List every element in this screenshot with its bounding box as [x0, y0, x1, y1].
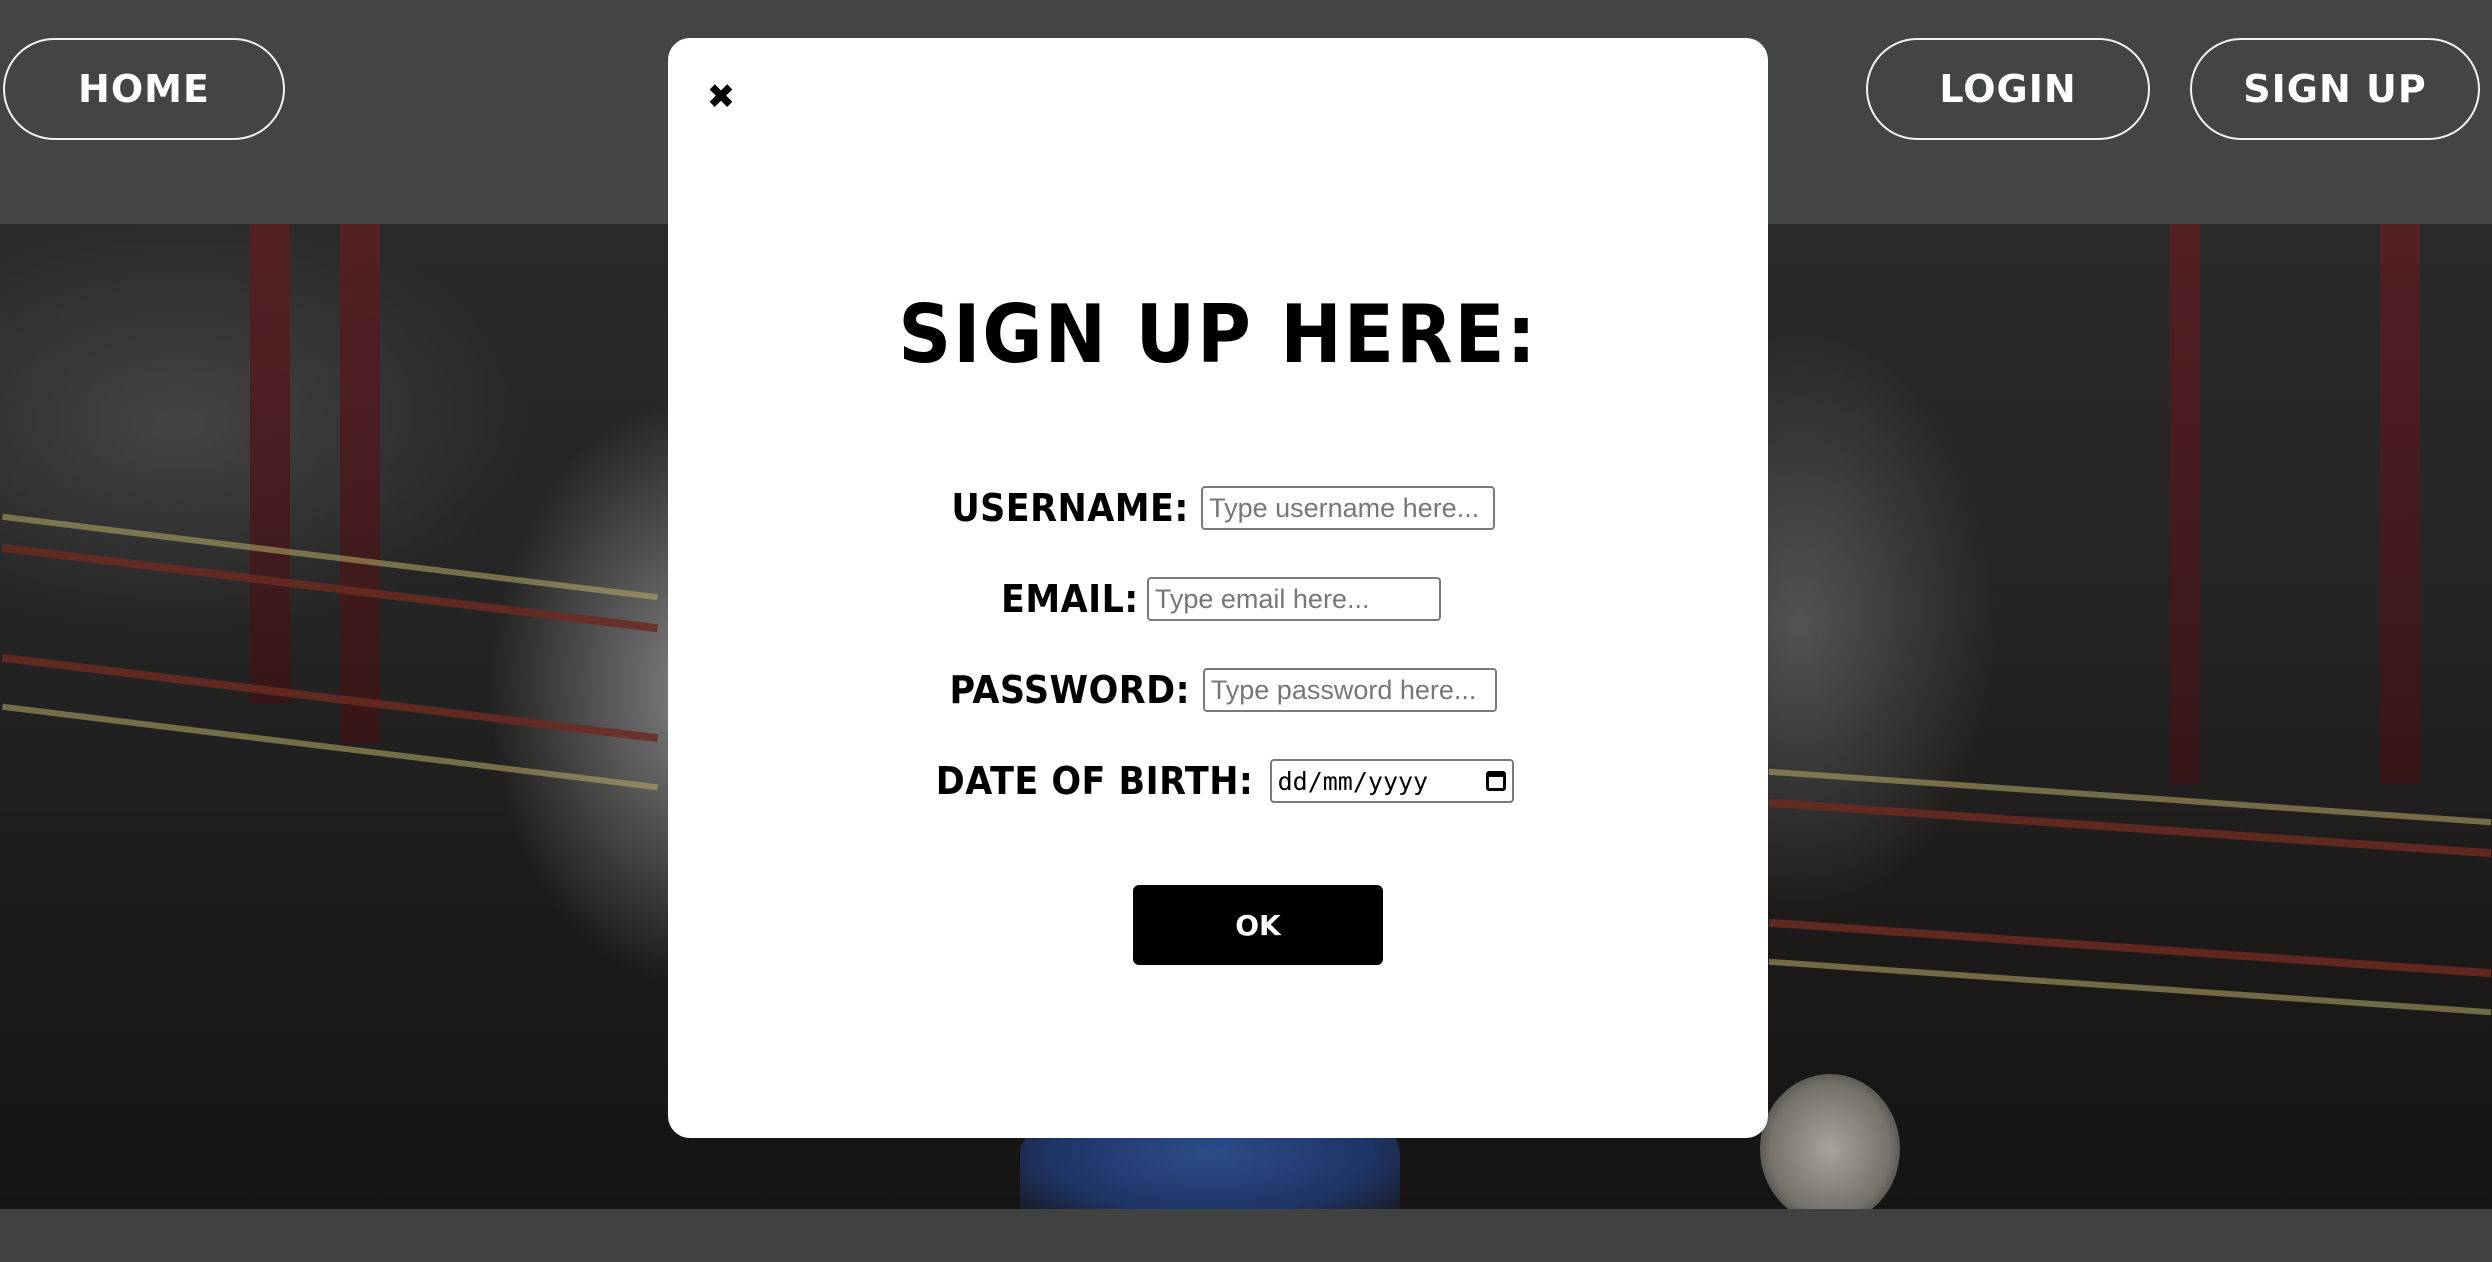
background-rail	[1, 653, 659, 743]
background-beam	[340, 224, 380, 744]
email-label: EMAIL:	[1001, 577, 1139, 621]
username-input[interactable]	[1201, 486, 1496, 530]
ok-button[interactable]: OK	[1133, 885, 1383, 965]
background-beam	[2380, 224, 2420, 784]
page: HOME LOGIN SIGN UP ✖ SIGN UP HERE: USERN…	[0, 0, 2492, 1262]
home-button[interactable]: HOME	[3, 38, 285, 140]
dob-label: DATE OF BIRTH:	[936, 759, 1254, 803]
password-row: PASSWORD:	[668, 668, 1768, 712]
signup-modal: ✖ SIGN UP HERE: USERNAME: EMAIL: PASSWOR…	[668, 38, 1768, 1138]
signup-button[interactable]: SIGN UP	[2190, 38, 2480, 140]
password-label: PASSWORD:	[949, 668, 1191, 712]
email-row: EMAIL:	[668, 577, 1768, 621]
login-button[interactable]: LOGIN	[1866, 38, 2150, 140]
bottom-bar	[0, 1209, 2492, 1262]
calendar-icon[interactable]	[1485, 771, 1506, 791]
background-beam	[2170, 224, 2200, 784]
username-row: USERNAME:	[668, 486, 1768, 530]
dob-placeholder: dd/mm/yyyy	[1277, 766, 1429, 796]
username-label: USERNAME:	[951, 486, 1189, 530]
dob-row: DATE OF BIRTH: dd/mm/yyyy	[668, 759, 1768, 803]
background-figure-hand	[1760, 1074, 1900, 1209]
dob-input[interactable]: dd/mm/yyyy	[1269, 759, 1514, 803]
modal-title: SIGN UP HERE:	[898, 288, 1538, 381]
background-rail	[2, 703, 658, 791]
background-beam	[250, 224, 290, 704]
background-rail	[1768, 798, 2492, 858]
password-input[interactable]	[1202, 668, 1497, 712]
email-input[interactable]	[1146, 577, 1441, 621]
close-icon[interactable]: ✖	[706, 80, 736, 114]
